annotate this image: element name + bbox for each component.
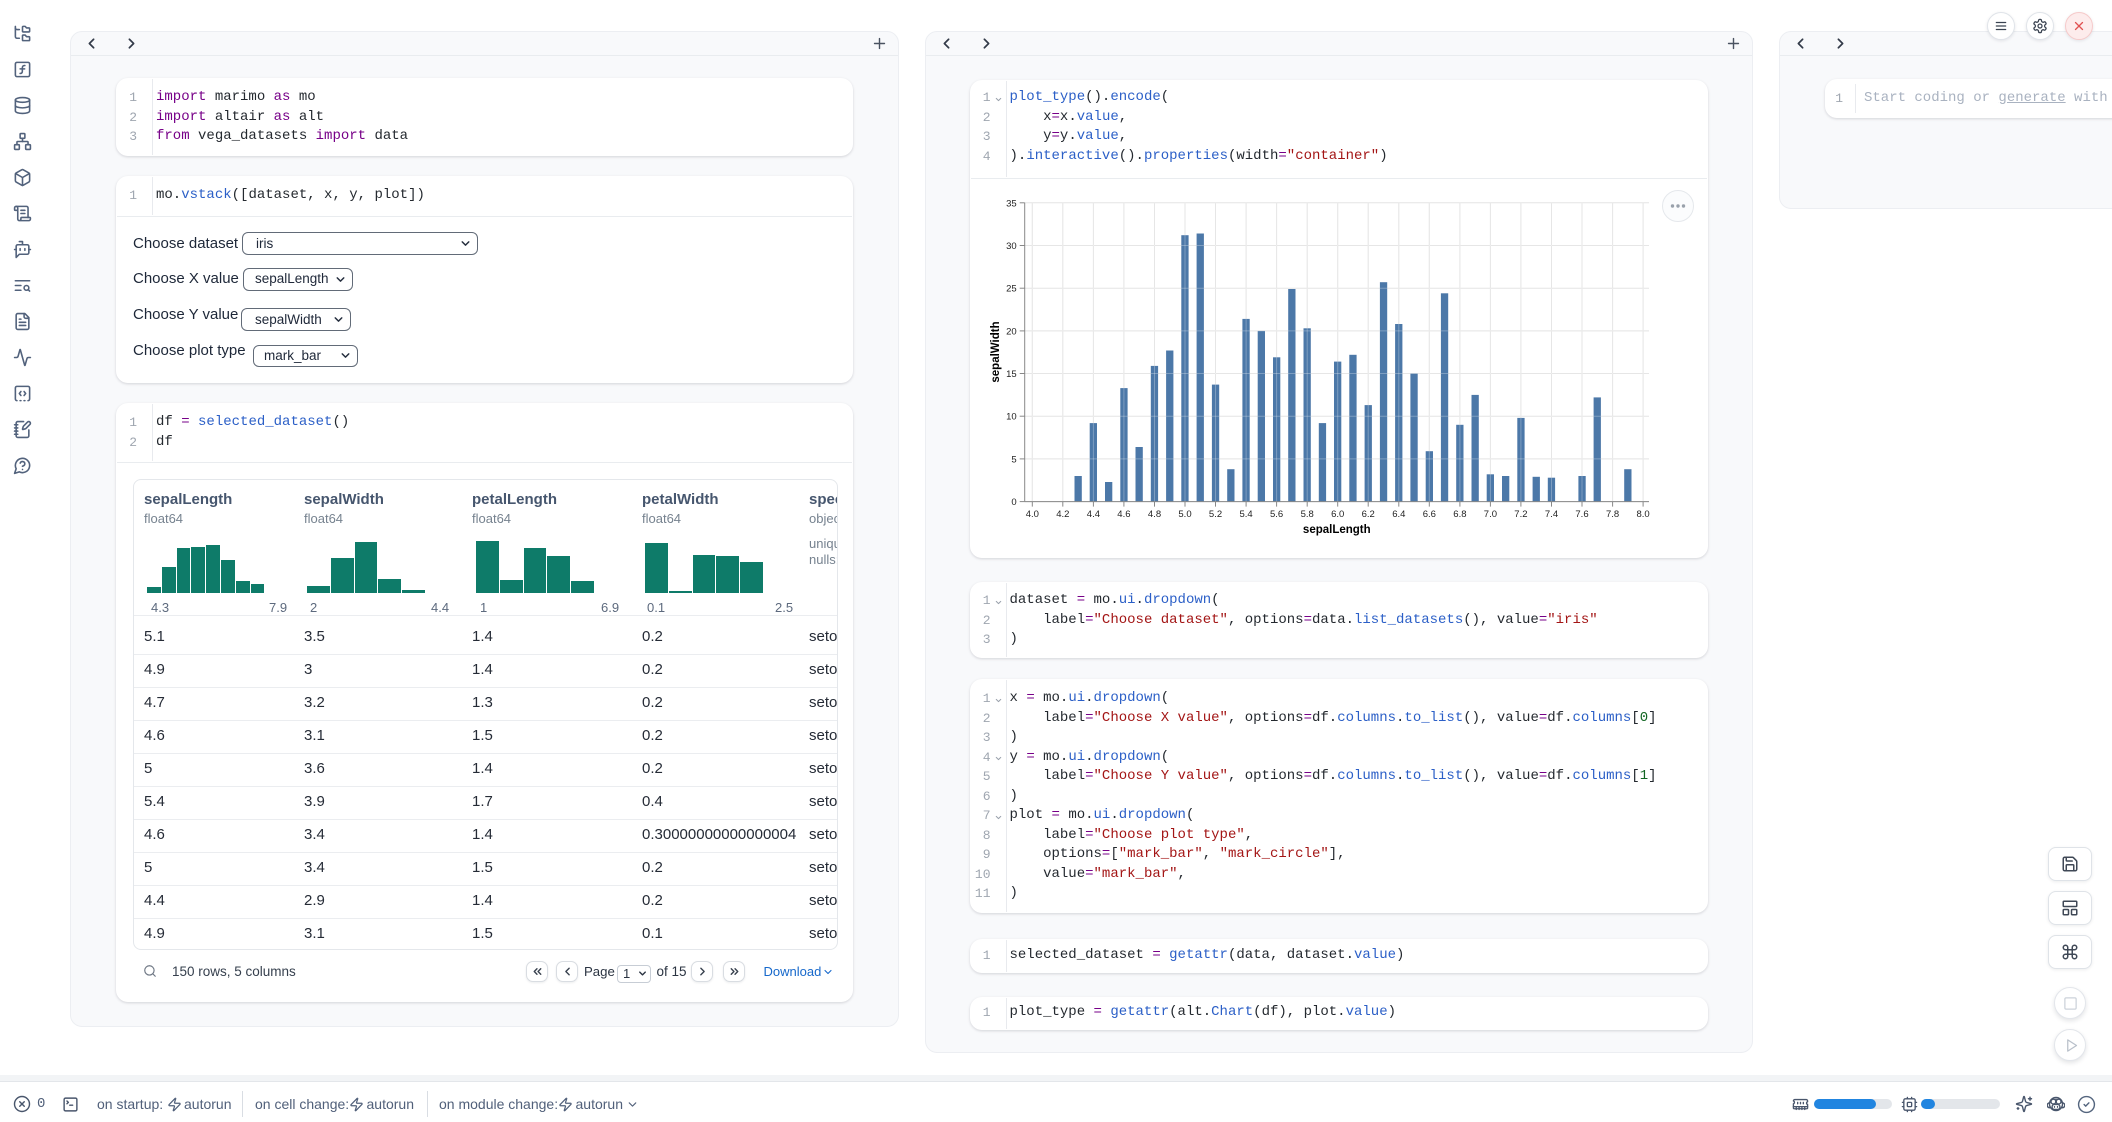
svg-text:7.6: 7.6	[1575, 509, 1588, 520]
svg-text:25: 25	[1006, 284, 1017, 295]
svg-text:20: 20	[1006, 326, 1017, 337]
svg-text:7.8: 7.8	[1606, 509, 1619, 520]
svg-text:sepalLength: sepalLength	[1303, 524, 1371, 536]
svg-text:30: 30	[1006, 241, 1017, 252]
svg-text:5.2: 5.2	[1209, 509, 1222, 520]
svg-text:4.0: 4.0	[1026, 509, 1039, 520]
svg-text:4.2: 4.2	[1056, 509, 1069, 520]
svg-text:15: 15	[1006, 369, 1017, 380]
svg-text:6.4: 6.4	[1392, 509, 1405, 520]
svg-text:7.4: 7.4	[1545, 509, 1558, 520]
svg-text:4.8: 4.8	[1148, 509, 1161, 520]
svg-text:8.0: 8.0	[1636, 509, 1649, 520]
svg-text:4.6: 4.6	[1117, 509, 1130, 520]
svg-text:6.0: 6.0	[1331, 509, 1344, 520]
svg-text:6.8: 6.8	[1453, 509, 1466, 520]
svg-text:sepalWidth: sepalWidth	[990, 321, 1002, 382]
svg-text:5.6: 5.6	[1270, 509, 1283, 520]
svg-text:4.4: 4.4	[1087, 509, 1100, 520]
svg-text:6.2: 6.2	[1362, 509, 1375, 520]
svg-text:0: 0	[1011, 497, 1016, 508]
svg-text:35: 35	[1006, 198, 1017, 209]
svg-text:5: 5	[1011, 454, 1016, 465]
svg-text:7.2: 7.2	[1514, 509, 1527, 520]
svg-text:5.8: 5.8	[1301, 509, 1314, 520]
svg-text:5.4: 5.4	[1239, 509, 1252, 520]
svg-text:6.6: 6.6	[1423, 509, 1436, 520]
svg-text:5.0: 5.0	[1178, 509, 1191, 520]
svg-text:10: 10	[1006, 412, 1017, 423]
svg-text:7.0: 7.0	[1484, 509, 1497, 520]
